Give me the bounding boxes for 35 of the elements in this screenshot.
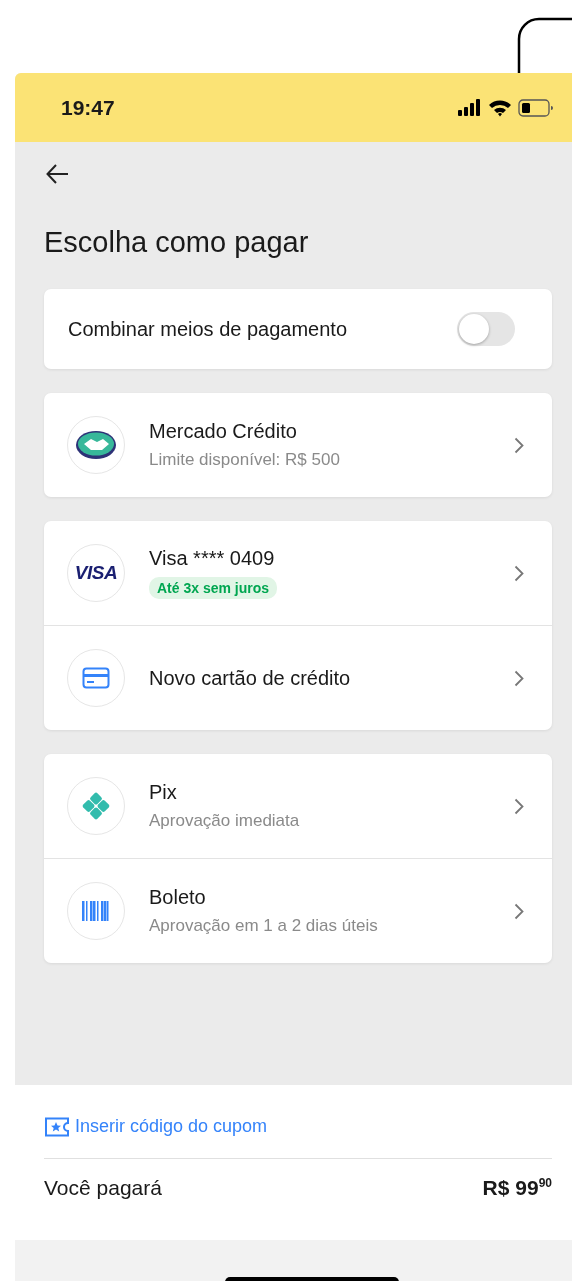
option-title: Visa **** 0409 bbox=[149, 547, 276, 570]
visa-logo: VISA bbox=[74, 562, 118, 584]
option-subtitle: Aprovação imediata bbox=[149, 811, 301, 831]
total-amount: R$ 99$^{90}$ bbox=[482, 1176, 552, 1200]
option-subtitle: Limite disponível: R$ 500 bbox=[149, 450, 341, 470]
combine-label: Combinar meios de pagamento bbox=[68, 317, 349, 341]
option-subtitle: Aprovação em 1 a 2 dias úteis bbox=[149, 916, 379, 936]
chevron-icon bbox=[514, 436, 524, 454]
chevron-icon bbox=[514, 564, 524, 582]
coupon-link[interactable]: Inserir código do cupom bbox=[44, 1116, 268, 1137]
coupon-icon bbox=[44, 1116, 70, 1137]
payment-option[interactable]: Novo cartão de crédito bbox=[44, 625, 552, 730]
installments-badge: Até 3x sem juros bbox=[149, 577, 278, 599]
chevron-icon bbox=[514, 669, 524, 687]
wifi-icon bbox=[488, 98, 512, 117]
page-title: Escolha como pagar bbox=[44, 226, 310, 259]
total-label: Você pagará bbox=[44, 1176, 162, 1200]
option-title: Boleto bbox=[149, 886, 207, 909]
barcode-icon bbox=[82, 901, 110, 921]
payment-option[interactable]: Pix Aprovação imediata bbox=[44, 754, 552, 858]
phone-frame-drawing bbox=[517, 17, 572, 74]
battery-icon bbox=[518, 98, 553, 117]
chevron-icon bbox=[514, 902, 524, 920]
option-title: Pix bbox=[149, 781, 178, 804]
payment-option[interactable]: Mercado Crédito Limite disponível: R$ 500 bbox=[44, 393, 552, 497]
chevron-icon bbox=[514, 797, 524, 815]
toggle-switch[interactable] bbox=[457, 312, 515, 346]
status-time: 19:47 bbox=[61, 95, 116, 120]
credit-card-icon bbox=[82, 667, 110, 689]
payment-option[interactable]: VISA Visa **** 0409 Até 3x sem juros bbox=[44, 521, 552, 625]
signal-icon bbox=[458, 99, 482, 116]
pix-icon bbox=[80, 790, 112, 822]
option-title: Novo cartão de crédito bbox=[149, 666, 352, 690]
option-title: Mercado Crédito bbox=[149, 420, 298, 443]
payment-option[interactable]: Boleto Aprovação em 1 a 2 dias úteis bbox=[44, 858, 552, 963]
